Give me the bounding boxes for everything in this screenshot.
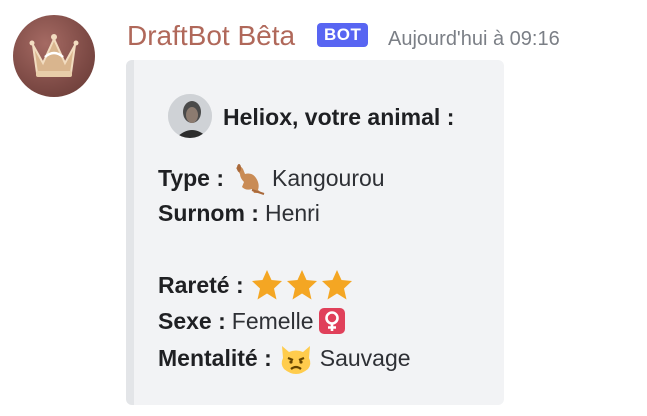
field-sexe: Sexe : Femelle <box>158 305 352 337</box>
field-rarete-label: Rareté : <box>158 272 244 298</box>
rarity-stars <box>250 268 355 302</box>
crown-icon <box>29 34 79 77</box>
embed-author: Heliox, votre animal : <box>223 104 455 130</box>
field-mentalite-label: Mentalité : <box>158 345 272 371</box>
kangaroo-icon <box>230 160 266 196</box>
bot-username[interactable]: DraftBot Bêta <box>127 18 295 54</box>
pouting-cat-icon <box>278 340 314 376</box>
pet-embed: Heliox, votre animal : Type : Kangourou … <box>126 60 504 405</box>
field-sexe-label: Sexe : <box>158 308 226 334</box>
field-rarete: Rareté : <box>158 268 361 302</box>
field-mentalite: Mentalité : Sauvage <box>158 340 411 376</box>
person-photo-icon <box>168 94 212 138</box>
field-surnom-value: Henri <box>264 200 320 226</box>
author-avatar <box>168 94 212 138</box>
star-icon <box>321 270 352 300</box>
bot-avatar[interactable] <box>13 15 95 97</box>
field-type: Type : Kangourou <box>158 160 385 196</box>
field-mentalite-value: Sauvage <box>319 345 411 371</box>
field-sexe-value: Femelle <box>231 308 314 334</box>
bot-badge: BOT <box>317 23 369 47</box>
message-timestamp: Aujourd'hui à 09:16 <box>388 28 560 50</box>
female-sign-icon <box>318 307 346 335</box>
field-type-value: Kangourou <box>272 165 385 191</box>
star-icon <box>286 270 317 300</box>
star-icon <box>251 270 282 300</box>
field-surnom: Surnom : Henri <box>158 197 320 229</box>
field-surnom-label: Surnom : <box>158 200 259 226</box>
field-type-label: Type : <box>158 165 225 191</box>
